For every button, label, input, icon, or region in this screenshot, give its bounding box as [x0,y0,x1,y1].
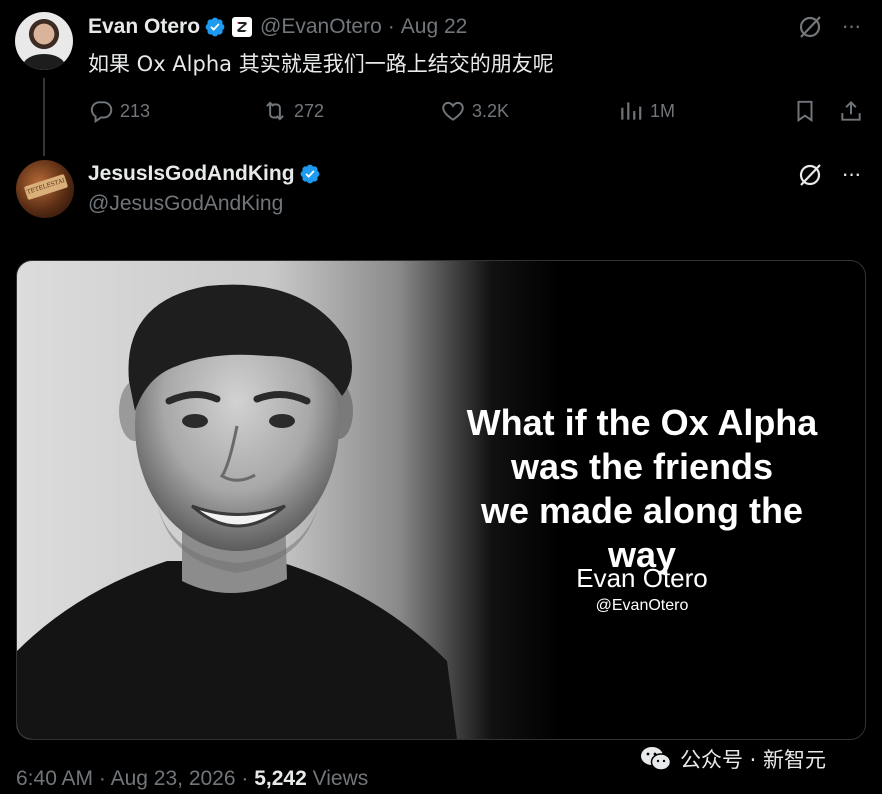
retweet-icon [266,101,284,121]
verified-badge-icon [300,164,319,184]
author-name[interactable]: JesusIsGodAndKing [88,162,295,186]
heart-icon [442,101,464,121]
author-name[interactable]: Evan Otero [88,15,200,39]
quote-text: What if the Ox Alpha was the friends we … [442,401,842,577]
tweet-timestamp-row: 6:40 AM · Aug 23, 2026 · 5,242 Views [16,767,368,791]
tweet-text: 如果 Ox Alpha 其实就是我们一路上结交的朋友呢 [88,52,554,76]
views-count: 5,242 [254,767,307,790]
tweet1-header: Evan Otero @EvanOtero · Aug 22 [88,12,467,42]
share-button[interactable] [838,95,870,127]
more-options-icon[interactable]: ··· [837,160,865,188]
post-date[interactable]: Aug 23, 2026 [111,767,236,790]
wechat-icon [641,747,672,771]
separator-dot: · [98,767,106,790]
quote-line: What if the Ox Alpha [466,402,818,443]
separator-dot: · [387,15,395,38]
post-time[interactable]: 6:40 AM [16,767,93,790]
bookmark-icon [797,100,813,123]
portrait-photo [17,284,457,739]
wechat-watermark: 公众号 · 新智元 [640,744,826,774]
bookmark-button[interactable] [792,95,824,127]
views-button[interactable]: 1M [618,95,675,127]
avatar-jesusisgodandking[interactable]: TETELESTAI [16,160,74,218]
retweet-button[interactable]: 272 [262,95,324,127]
avatar-scroll-text: TETELESTAI [23,173,69,201]
retweet-count: 272 [294,100,325,121]
thread-connector-line [43,78,45,156]
like-button[interactable]: 3.2K [440,95,509,127]
share-icon [841,100,861,121]
affiliation-badge-icon[interactable] [232,17,253,37]
tweet-date[interactable]: Aug 22 [401,15,468,39]
reply-button[interactable]: 213 [88,95,150,127]
tweet-image[interactable]: What if the Ox Alpha was the friends we … [16,260,866,740]
more-options-icon[interactable]: ··· [837,12,865,40]
author-handle[interactable]: @JesusGodAndKing [88,192,283,216]
view-count: 1M [650,100,676,121]
author-handle[interactable]: @EvanOtero [260,15,382,39]
views-label: Views [312,767,369,790]
tweet2-header: JesusIsGodAndKing [88,162,321,186]
reply-count: 213 [120,100,151,121]
watermark-text: 公众号 · 新智元 [680,748,827,772]
like-count: 3.2K [472,100,510,121]
grok-icon[interactable] [796,161,824,189]
separator-dot: · [241,767,249,790]
quote-line: was the friends [510,446,774,487]
quote-author-handle: @EvanOtero [595,597,689,614]
grok-icon[interactable] [796,13,824,41]
views-chart-icon [621,102,642,120]
verified-badge-icon [205,17,225,37]
quote-author-name: Evan Otero [576,563,708,593]
avatar-evan-otero[interactable] [15,12,73,70]
reply-icon [90,101,113,124]
